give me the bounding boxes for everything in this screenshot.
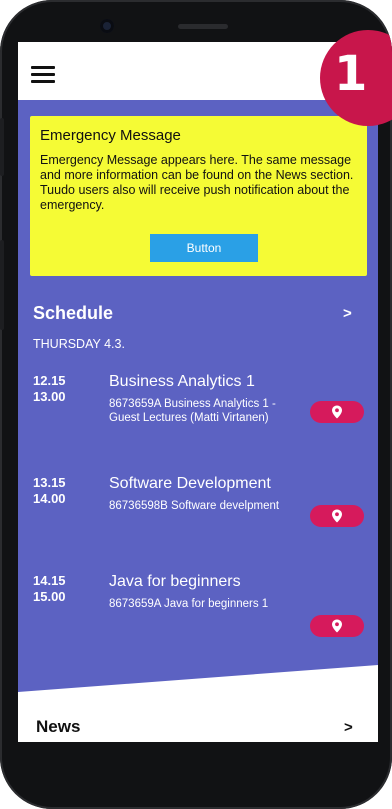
emergency-message-card: Emergency Message Emergency Message appe… — [30, 116, 367, 276]
map-pin-icon — [332, 405, 342, 419]
event-end-time: 13.00 — [33, 389, 66, 404]
map-pin-button[interactable] — [310, 505, 364, 527]
news-title: News — [36, 717, 81, 736]
event-start-time: 12.15 — [33, 373, 66, 388]
event-description: 8673659A Business Analytics 1 - Guest Le… — [109, 398, 276, 424]
event-start-time: 14.15 — [33, 573, 66, 588]
map-pin-icon — [332, 619, 342, 633]
earpiece-speaker — [178, 24, 228, 29]
app-screen: Emergency Message Emergency Message appe… — [18, 42, 378, 742]
step-number: 1 — [334, 46, 368, 102]
event-time: 12.15 13.00 — [33, 373, 66, 405]
event-title: Java for beginners — [109, 573, 241, 590]
phone-frame: Emergency Message Emergency Message appe… — [0, 0, 392, 809]
power-button — [0, 240, 4, 330]
event-end-time: 15.00 — [33, 589, 66, 604]
map-pin-icon — [332, 509, 342, 523]
schedule-more-arrow[interactable]: > — [343, 305, 352, 322]
event-end-time: 14.00 — [33, 491, 66, 506]
event-time: 13.15 14.00 — [33, 475, 66, 507]
emergency-button[interactable]: Button — [150, 234, 258, 262]
event-time: 14.15 15.00 — [33, 573, 66, 605]
schedule-title: Schedule — [33, 303, 114, 323]
schedule-event[interactable]: 14.15 15.00 Java for beginners 8673659A … — [18, 573, 378, 653]
event-description: 86736598B Software develpment — [109, 500, 280, 512]
front-camera — [100, 19, 114, 33]
emergency-title: Emergency Message — [40, 127, 181, 144]
event-description: 8673659A Java for beginners 1 — [109, 598, 269, 610]
volume-button — [0, 118, 4, 176]
map-pin-button[interactable] — [310, 615, 364, 637]
hamburger-menu-icon[interactable] — [31, 66, 55, 84]
event-title: Software Development — [109, 475, 271, 492]
schedule-day: THURSDAY 4.3. — [33, 337, 125, 351]
schedule-event[interactable]: 13.15 14.00 Software Development 8673659… — [18, 475, 378, 555]
schedule-event[interactable]: 12.15 13.00 Business Analytics 1 8673659… — [18, 373, 378, 453]
emergency-body: Emergency Message appears here. The same… — [40, 153, 354, 212]
event-start-time: 13.15 — [33, 475, 66, 490]
news-more-arrow[interactable]: > — [344, 719, 353, 736]
event-title: Business Analytics 1 — [109, 373, 255, 390]
map-pin-button[interactable] — [310, 401, 364, 423]
